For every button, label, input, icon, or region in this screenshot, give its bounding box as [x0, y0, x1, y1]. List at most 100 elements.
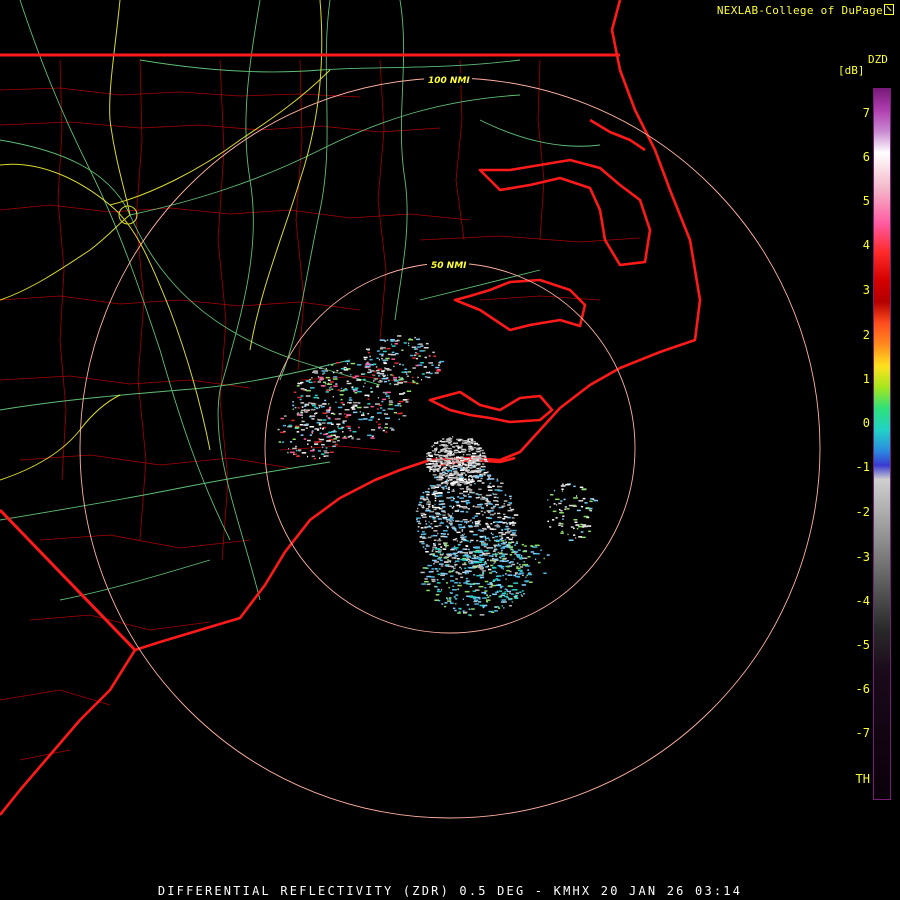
echo-pixel: [499, 560, 505, 562]
echo-pixel: [469, 481, 474, 483]
echo-pixel: [477, 504, 482, 506]
range-ring-labels: 50 NMI 100 NMI: [424, 73, 472, 271]
echo-pixel: [428, 504, 431, 506]
echo-pixel: [469, 459, 472, 462]
echo-pixel: [452, 484, 455, 486]
echo-pixel: [308, 381, 313, 384]
echo-pixel: [417, 346, 421, 348]
echo-pixel: [510, 548, 514, 551]
echo-pixel: [336, 418, 341, 420]
echo-pixel: [288, 448, 290, 450]
echo-pixel: [512, 550, 515, 552]
echo-pixel: [447, 565, 453, 568]
echo-pixel: [444, 511, 446, 514]
echo-pixel: [422, 567, 427, 569]
echo-pixel: [530, 545, 533, 547]
echo-pixel: [452, 585, 455, 587]
echo-pixel: [472, 597, 477, 600]
echo-pixel: [300, 414, 303, 416]
echo-pixel: [478, 467, 481, 469]
echo-pixel: [461, 530, 463, 532]
echo-pixel: [407, 398, 409, 401]
echo-pixel: [445, 487, 448, 489]
echo-pixel: [375, 403, 380, 405]
echo-pixel: [402, 415, 407, 417]
echo-pixel: [487, 559, 489, 561]
echo-pixel: [446, 439, 451, 441]
echo-pixel: [492, 580, 495, 583]
echo-pixel: [393, 365, 395, 368]
echo-pixel: [307, 443, 309, 445]
echo-pixel: [514, 597, 519, 599]
echo-pixel: [446, 461, 451, 463]
echo-pixel: [468, 478, 470, 480]
echo-pixel: [349, 435, 352, 437]
echo-pixel: [467, 493, 470, 496]
echo-pixel: [480, 507, 485, 509]
echo-pixel: [433, 539, 437, 541]
echo-pixel: [278, 441, 282, 443]
echo-pixel: [359, 411, 362, 413]
echo-pixel: [335, 383, 338, 385]
echo-pixel: [471, 460, 476, 462]
echo-pixel: [474, 599, 479, 601]
echo-pixel: [576, 495, 578, 497]
echo-pixel: [465, 499, 470, 502]
echo-pixel: [323, 455, 326, 457]
echo-pixel: [337, 426, 339, 428]
echo-pixel: [306, 389, 311, 392]
echo-pixel: [540, 549, 542, 551]
echo-pixel: [408, 339, 414, 341]
echo-pixel: [322, 381, 326, 384]
echo-pixel: [469, 570, 471, 573]
echo-pixel: [430, 576, 435, 578]
echo-pixel: [350, 373, 352, 376]
echo-pixel: [469, 585, 473, 588]
echo-pixel: [349, 402, 352, 404]
echo-pixel: [474, 469, 476, 472]
echo-pixel: [469, 484, 473, 486]
echo-pixel: [431, 527, 434, 529]
echo-pixel: [498, 521, 502, 523]
echo-pixel: [400, 377, 403, 379]
echo-pixel: [505, 573, 507, 575]
echo-pixel: [461, 462, 465, 464]
echo-pixel: [430, 522, 433, 525]
echo-pixel: [405, 401, 409, 403]
echo-pixel: [497, 543, 500, 545]
echo-pixel: [433, 563, 435, 565]
echo-pixel: [455, 560, 460, 562]
echo-pixel: [431, 463, 435, 465]
echo-pixel: [443, 533, 446, 535]
echo-pixel: [486, 594, 488, 596]
echo-pixel: [436, 570, 439, 572]
echo-pixel: [568, 539, 574, 541]
echo-pixel: [421, 379, 423, 381]
echo-pixel: [496, 579, 501, 581]
echo-pixel: [579, 486, 584, 489]
echo-pixel: [377, 418, 380, 421]
echo-pixel: [440, 500, 444, 502]
echo-pixel: [299, 398, 302, 401]
echo-pixel: [565, 483, 570, 486]
echo-pixel: [464, 536, 467, 538]
echo-pixel: [419, 501, 423, 504]
echo-pixel: [469, 447, 474, 450]
echo-pixel: [441, 589, 443, 591]
echo-pixel: [325, 455, 329, 457]
echo-pixel: [450, 575, 454, 577]
echo-pixel: [465, 581, 468, 583]
echo-pixel: [337, 389, 341, 391]
echo-pixel: [305, 423, 309, 425]
echo-pixel: [486, 601, 489, 603]
echo-pixel: [488, 555, 494, 557]
echo-pixel: [480, 477, 483, 480]
echo-pixel: [484, 587, 487, 589]
echo-pixel: [444, 542, 447, 545]
echo-pixel: [413, 354, 417, 357]
echo-pixel: [526, 574, 528, 577]
echo-pixel: [502, 574, 505, 577]
echo-pixel: [455, 603, 457, 605]
echo-pixel: [426, 589, 430, 592]
echo-pixel: [497, 512, 501, 515]
